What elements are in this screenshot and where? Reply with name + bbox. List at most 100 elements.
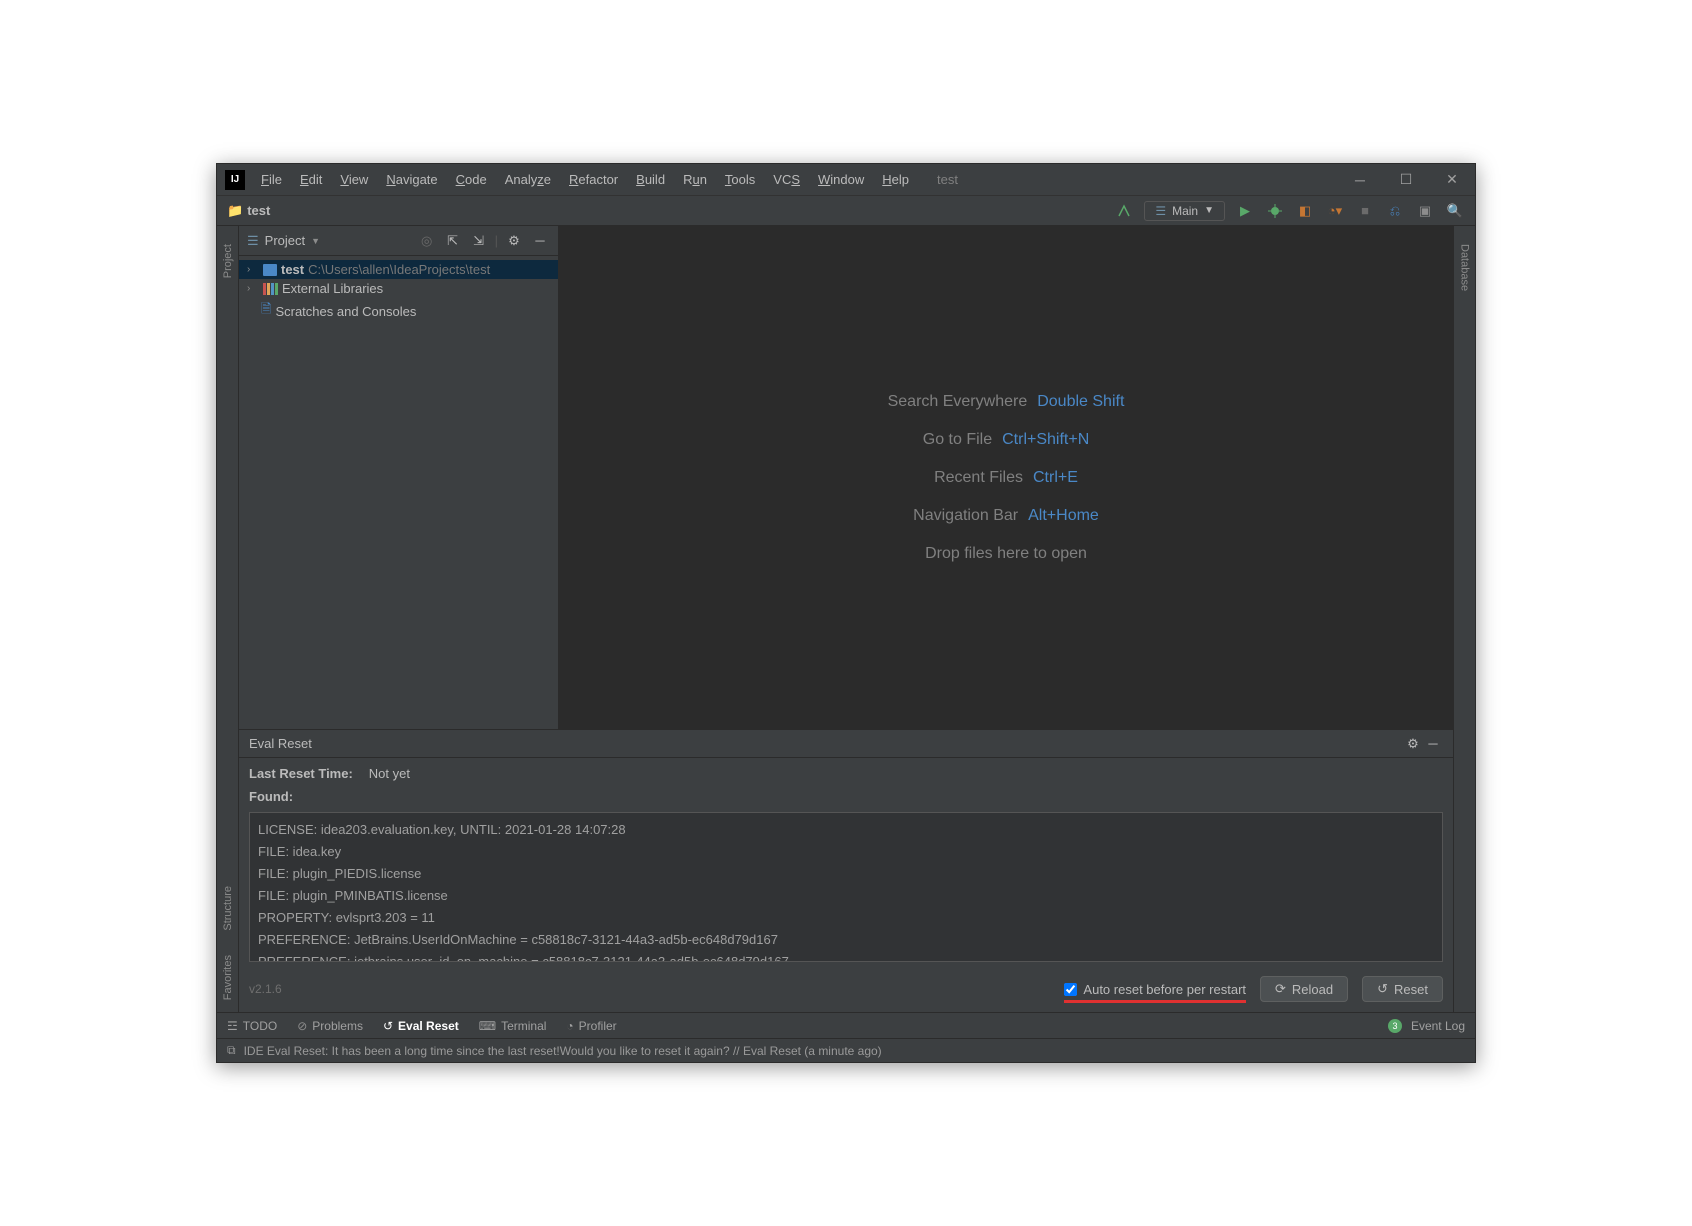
found-item[interactable]: LICENSE: idea203.evaluation.key, UNTIL: …: [258, 819, 1434, 841]
found-item[interactable]: PREFERENCE: jetbrains.user_id_on_machine…: [258, 951, 1434, 962]
reset-button[interactable]: ↺ Reset: [1362, 976, 1443, 1002]
eval-last-reset: Last Reset Time: Not yet: [249, 766, 1443, 781]
found-item[interactable]: PROPERTY: evlsprt3.203 = 11: [258, 907, 1434, 929]
expand-all-icon[interactable]: ⇱: [443, 231, 463, 251]
menu-help[interactable]: Help: [874, 168, 917, 191]
reload-button[interactable]: ⟳ Reload: [1260, 976, 1348, 1002]
chevron-right-icon[interactable]: ›: [247, 264, 259, 275]
tab-profiler[interactable]: ◔Profiler: [566, 1019, 616, 1033]
welcome-drop-hint: Drop files here to open: [925, 545, 1087, 563]
tab-todo[interactable]: ☲TODO: [227, 1019, 277, 1033]
minimize-button[interactable]: ─: [1337, 164, 1383, 196]
project-tool-tab[interactable]: Project: [220, 238, 236, 284]
select-opened-file-icon[interactable]: ◎: [417, 231, 437, 251]
eval-version: v2.1.6: [249, 982, 282, 996]
tab-event-log[interactable]: 3 Event Log: [1388, 1019, 1465, 1033]
welcome-label: Navigation Bar: [913, 507, 1018, 525]
debug-icon[interactable]: [1265, 201, 1285, 221]
tree-external-libs[interactable]: › External Libraries: [239, 279, 558, 298]
database-tool-tab[interactable]: Database: [1457, 238, 1473, 297]
scratches-icon: 🗎: [261, 300, 271, 322]
tab-problems[interactable]: ⊘Problems: [297, 1019, 363, 1033]
reset-label: Reset: [1394, 982, 1428, 997]
vcs-update-icon[interactable]: ⎌: [1385, 201, 1405, 221]
project-panel-title[interactable]: Project: [265, 233, 305, 248]
menu-code[interactable]: Code: [448, 168, 495, 191]
project-panel-header: ☰ Project ▼ ◎ ⇱ ⇲ | ⚙ ─: [239, 226, 558, 256]
menu-navigate[interactable]: Navigate: [378, 168, 445, 191]
terminal-toolbar-icon[interactable]: ▣: [1415, 201, 1435, 221]
chevron-down-icon: ▼: [1204, 205, 1214, 216]
welcome-shortcut: Alt+Home: [1028, 507, 1099, 525]
project-tree[interactable]: › test C:\Users\allen\IdeaProjects\test …: [239, 256, 558, 328]
stop-icon[interactable]: ■: [1355, 201, 1375, 221]
collapse-all-icon[interactable]: ⇲: [469, 231, 489, 251]
close-button[interactable]: ✕: [1429, 164, 1475, 196]
eval-reset-panel: Eval Reset ⚙ ─ Last Reset Time: Not yet …: [239, 729, 1453, 1012]
found-item[interactable]: FILE: plugin_PIEDIS.license: [258, 863, 1434, 885]
menu-refactor[interactable]: Refactor: [561, 168, 626, 191]
tree-external-label: External Libraries: [282, 281, 383, 296]
run-config-selector[interactable]: ☰ Main ▼: [1144, 201, 1225, 221]
menu-build[interactable]: Build: [628, 168, 673, 191]
coverage-icon[interactable]: ◧: [1295, 201, 1315, 221]
status-icon[interactable]: ⧉: [227, 1043, 236, 1058]
run-icon[interactable]: ▶: [1235, 201, 1255, 221]
reset-icon: ↺: [1377, 981, 1388, 997]
hide-panel-icon[interactable]: ─: [1423, 734, 1443, 754]
todo-icon: ☲: [227, 1019, 238, 1033]
found-list[interactable]: LICENSE: idea203.evaluation.key, UNTIL: …: [249, 812, 1443, 962]
auto-reset-checkbox[interactable]: Auto reset before per restart: [1064, 982, 1246, 997]
menu-analyze[interactable]: Analyze: [497, 168, 559, 191]
gear-icon[interactable]: ⚙: [504, 231, 524, 251]
menu-vcs[interactable]: VCS: [765, 168, 808, 191]
favorites-tool-tab[interactable]: Favorites: [220, 949, 236, 1006]
menu-edit[interactable]: Edit: [292, 168, 330, 191]
folder-icon: [263, 264, 277, 276]
gear-icon[interactable]: ⚙: [1403, 734, 1423, 754]
bottom-tool-bar: ☲TODO ⊘Problems ↺Eval Reset ⌨Terminal ◔P…: [217, 1012, 1475, 1038]
menu-view[interactable]: View: [332, 168, 376, 191]
auto-reset-input[interactable]: [1064, 983, 1077, 996]
welcome-label: Search Everywhere: [888, 393, 1028, 411]
chevron-down-icon[interactable]: ▼: [311, 236, 320, 246]
menu-run[interactable]: Run: [675, 168, 715, 191]
tab-terminal[interactable]: ⌨Terminal: [479, 1019, 547, 1033]
found-label: Found:: [249, 789, 1443, 804]
build-icon[interactable]: [1114, 201, 1134, 221]
ide-window: IJ File Edit View Navigate Code Analyze …: [216, 163, 1476, 1063]
welcome-goto-file: Go to File Ctrl+Shift+N: [923, 431, 1090, 449]
menu-window[interactable]: Window: [810, 168, 872, 191]
eval-reset-icon: ↺: [383, 1019, 393, 1033]
tree-scratches-label: Scratches and Consoles: [275, 304, 416, 319]
left-tool-gutter: Project Structure Favorites: [217, 226, 239, 1012]
last-reset-value: Not yet: [369, 766, 410, 781]
found-item[interactable]: PREFERENCE: JetBrains.UserIdOnMachine = …: [258, 929, 1434, 951]
welcome-search: Search Everywhere Double Shift: [888, 393, 1125, 411]
event-count-badge: 3: [1388, 1019, 1402, 1033]
status-message: IDE Eval Reset: It has been a long time …: [244, 1044, 882, 1058]
breadcrumb-project[interactable]: test: [247, 203, 270, 218]
hide-panel-icon[interactable]: ─: [530, 231, 550, 251]
menu-file[interactable]: File: [253, 168, 290, 191]
tab-eval-reset[interactable]: ↺Eval Reset: [383, 1019, 459, 1033]
chevron-right-icon[interactable]: ›: [247, 283, 259, 294]
tree-scratches[interactable]: 🗎 Scratches and Consoles: [239, 298, 558, 324]
tree-root[interactable]: › test C:\Users\allen\IdeaProjects\test: [239, 260, 558, 279]
welcome-recent-files: Recent Files Ctrl+E: [934, 469, 1078, 487]
title-bar: IJ File Edit View Navigate Code Analyze …: [217, 164, 1475, 196]
welcome-shortcut: Ctrl+E: [1033, 469, 1078, 487]
found-item[interactable]: FILE: plugin_PMINBATIS.license: [258, 885, 1434, 907]
libraries-icon: [263, 283, 278, 295]
maximize-button[interactable]: ☐: [1383, 164, 1429, 196]
reload-icon: ⟳: [1275, 981, 1286, 997]
search-everywhere-icon[interactable]: 🔍: [1445, 201, 1465, 221]
welcome-label: Go to File: [923, 431, 992, 449]
found-item[interactable]: FILE: idea.key: [258, 841, 1434, 863]
menu-tools[interactable]: Tools: [717, 168, 763, 191]
welcome-shortcut: Double Shift: [1037, 393, 1124, 411]
main-menu: File Edit View Navigate Code Analyze Ref…: [253, 168, 917, 191]
profiler-run-icon[interactable]: ◔▾: [1325, 201, 1345, 221]
structure-tool-tab[interactable]: Structure: [220, 880, 236, 937]
eval-panel-title: Eval Reset: [249, 736, 312, 751]
